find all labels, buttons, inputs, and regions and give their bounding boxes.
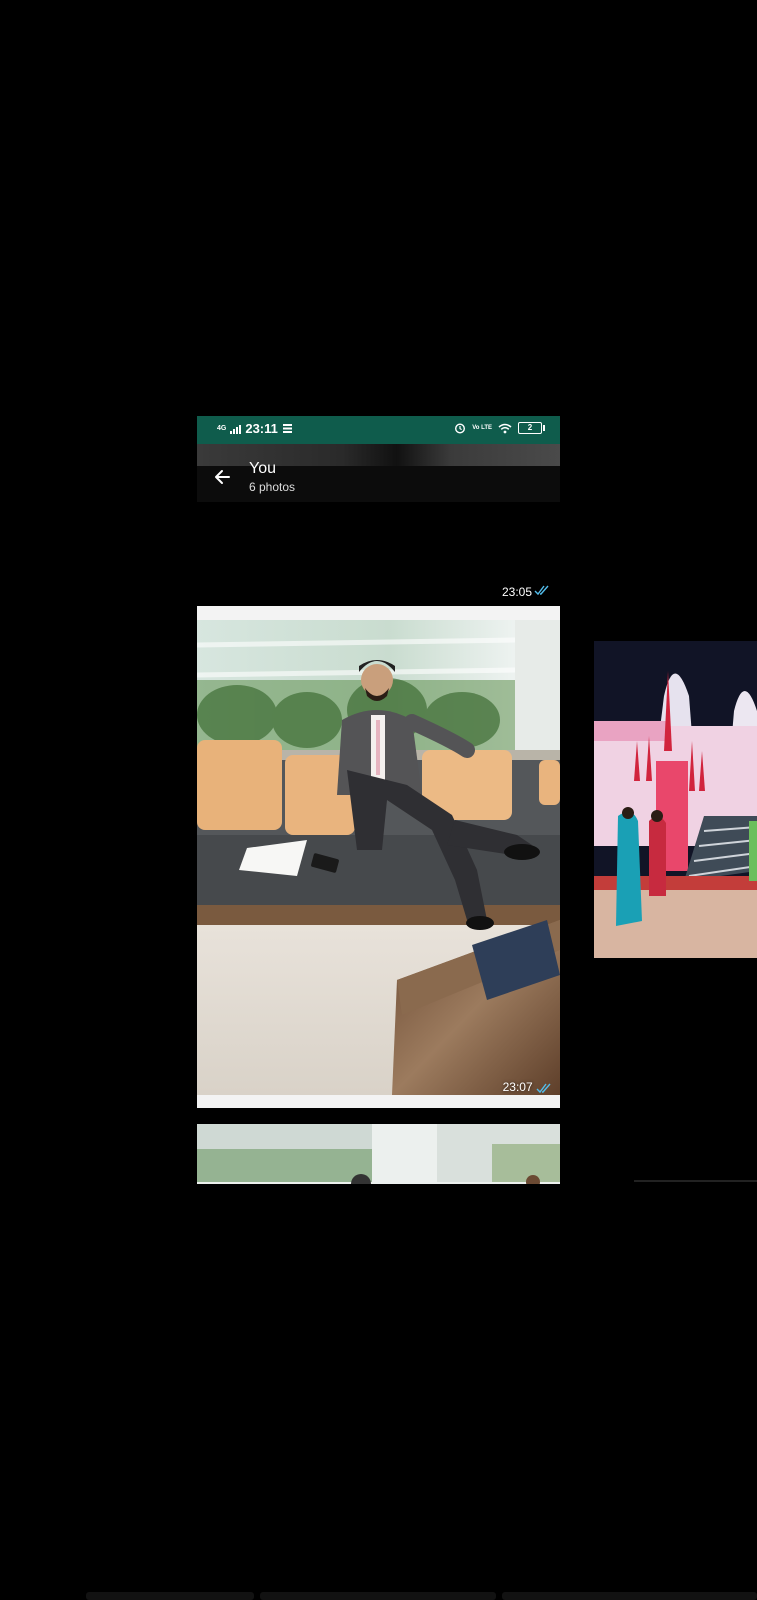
signal-icon bbox=[230, 424, 242, 434]
wifi-icon bbox=[498, 423, 512, 433]
data-saver-icon bbox=[282, 424, 292, 433]
status-right: Vo LTE 2 bbox=[454, 422, 545, 434]
photo-count: 6 photos bbox=[249, 480, 296, 494]
message-meta: 23:07 bbox=[503, 1080, 552, 1094]
message-time: 23:07 bbox=[502, 1080, 533, 1094]
message-time: 23:05 bbox=[501, 585, 532, 599]
photo-message[interactable]: 23:07 bbox=[197, 606, 560, 1108]
thumbnail[interactable] bbox=[502, 1592, 757, 1600]
photo-next-preview bbox=[197, 1124, 560, 1184]
status-left: 4G 23:11 bbox=[217, 421, 293, 436]
alarm-icon bbox=[455, 423, 466, 434]
divider bbox=[634, 1180, 757, 1182]
thumbnail[interactable] bbox=[260, 1592, 496, 1600]
double-check-icon bbox=[534, 585, 549, 596]
status-time: 23:11 bbox=[245, 421, 278, 436]
message-meta: 23:05 bbox=[197, 582, 560, 602]
volte-indicator: Vo LTE bbox=[472, 424, 492, 431]
photo-image[interactable] bbox=[197, 620, 560, 1095]
next-photo-message[interactable] bbox=[197, 1124, 560, 1184]
viewer-stage: 4G 23:11 Vo LTE 2 You 6 photos 23:05 23:… bbox=[0, 0, 757, 1600]
arrow-left-icon[interactable] bbox=[211, 466, 233, 488]
adjacent-photo-temple[interactable] bbox=[594, 641, 757, 958]
battery-icon: 2 bbox=[518, 422, 545, 434]
thumbnail-strip bbox=[0, 1592, 757, 1600]
thumbnail[interactable] bbox=[86, 1592, 254, 1600]
status-bar: 4G 23:11 Vo LTE 2 bbox=[197, 416, 560, 444]
page-title: You bbox=[249, 460, 276, 477]
network-type: 4G bbox=[217, 425, 227, 432]
photo-man-on-sofa bbox=[197, 620, 560, 1095]
media-viewer-header: You 6 photos bbox=[197, 460, 560, 502]
phone-screenshot: 4G 23:11 Vo LTE 2 You 6 photos 23:05 23:… bbox=[197, 416, 560, 1184]
photo-temple-night bbox=[594, 641, 757, 958]
double-check-icon bbox=[536, 1083, 551, 1093]
